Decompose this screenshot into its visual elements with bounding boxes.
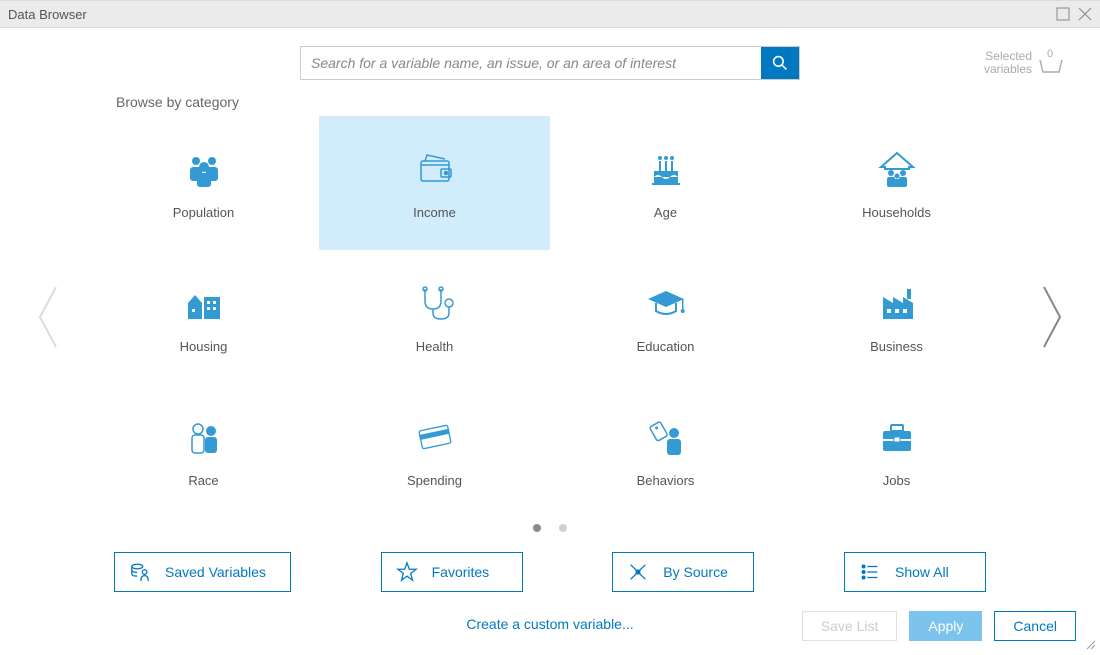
category-population[interactable]: Population <box>88 116 319 250</box>
search-input[interactable] <box>301 47 761 79</box>
selected-label-2: variables <box>984 63 1032 76</box>
two-people-icon <box>184 417 224 457</box>
category-race[interactable]: Race <box>88 384 319 518</box>
search-button[interactable] <box>761 47 799 79</box>
by-source-button[interactable]: By Source <box>612 552 754 592</box>
category-label: Population <box>173 205 234 220</box>
category-label: Education <box>637 339 695 354</box>
category-label: Jobs <box>883 473 910 488</box>
category-income[interactable]: Income <box>319 116 550 250</box>
show-all-label: Show All <box>895 564 949 580</box>
category-label: Race <box>188 473 218 488</box>
stethoscope-icon <box>415 283 455 323</box>
chevron-right-icon <box>1036 283 1068 351</box>
carousel-next-button[interactable] <box>1032 283 1072 351</box>
category-business[interactable]: Business <box>781 250 1012 384</box>
category-spending[interactable]: Spending <box>319 384 550 518</box>
save-list-button: Save List <box>802 611 898 641</box>
factory-icon <box>877 283 917 323</box>
favorites-button[interactable]: Favorites <box>381 552 523 592</box>
category-label: Income <box>413 205 456 220</box>
title-bar: Data Browser <box>0 0 1100 28</box>
category-education[interactable]: Education <box>550 250 781 384</box>
birthday-cake-icon <box>646 149 686 189</box>
people-group-icon <box>184 149 224 189</box>
saved-variables-button[interactable]: Saved Variables <box>114 552 291 592</box>
category-label: Spending <box>407 473 462 488</box>
category-label: Housing <box>180 339 228 354</box>
maximize-icon[interactable] <box>1056 7 1070 21</box>
by-source-label: By Source <box>663 564 728 580</box>
selected-count: 0 <box>1047 48 1053 61</box>
star-icon <box>396 561 418 583</box>
credit-card-icon <box>415 417 455 457</box>
wallet-icon <box>415 149 455 189</box>
search-row: Selected variables 0 <box>0 46 1100 80</box>
category-label: Households <box>862 205 931 220</box>
category-age[interactable]: Age <box>550 116 781 250</box>
search-box <box>300 46 800 80</box>
converge-icon <box>627 561 649 583</box>
list-icon <box>859 561 881 583</box>
cancel-button[interactable]: Cancel <box>994 611 1076 641</box>
carousel-pagination <box>0 524 1100 532</box>
database-person-icon <box>129 561 151 583</box>
window-title: Data Browser <box>8 7 87 22</box>
favorites-label: Favorites <box>432 564 490 580</box>
basket-icon: 0 <box>1038 52 1064 74</box>
category-behaviors[interactable]: Behaviors <box>550 384 781 518</box>
carousel-prev-button[interactable] <box>28 283 68 351</box>
category-label: Business <box>870 339 923 354</box>
category-label: Health <box>416 339 454 354</box>
dialog-footer: Save List Apply Cancel <box>802 611 1076 641</box>
quick-actions-row: Saved Variables Favorites By Source Show… <box>0 532 1100 592</box>
category-carousel: Population Income Age Households Housing… <box>0 116 1100 518</box>
category-label: Behaviors <box>637 473 695 488</box>
show-all-button[interactable]: Show All <box>844 552 986 592</box>
buildings-icon <box>184 283 224 323</box>
category-grid: Population Income Age Households Housing… <box>68 116 1032 518</box>
page-dot-1[interactable] <box>533 524 541 532</box>
search-icon <box>772 55 788 71</box>
house-family-icon <box>877 149 917 189</box>
selected-variables-indicator[interactable]: Selected variables 0 <box>984 50 1064 76</box>
chevron-left-icon <box>32 283 64 351</box>
resize-handle[interactable] <box>1084 637 1096 649</box>
page-dot-2[interactable] <box>559 524 567 532</box>
category-health[interactable]: Health <box>319 250 550 384</box>
apply-button[interactable]: Apply <box>909 611 982 641</box>
browse-by-category-label: Browse by category <box>0 80 1100 110</box>
category-housing[interactable]: Housing <box>88 250 319 384</box>
category-households[interactable]: Households <box>781 116 1012 250</box>
saved-variables-label: Saved Variables <box>165 564 266 580</box>
person-tag-icon <box>646 417 686 457</box>
close-icon[interactable] <box>1078 7 1092 21</box>
category-label: Age <box>654 205 677 220</box>
graduation-cap-icon <box>646 283 686 323</box>
category-jobs[interactable]: Jobs <box>781 384 1012 518</box>
briefcase-icon <box>877 417 917 457</box>
